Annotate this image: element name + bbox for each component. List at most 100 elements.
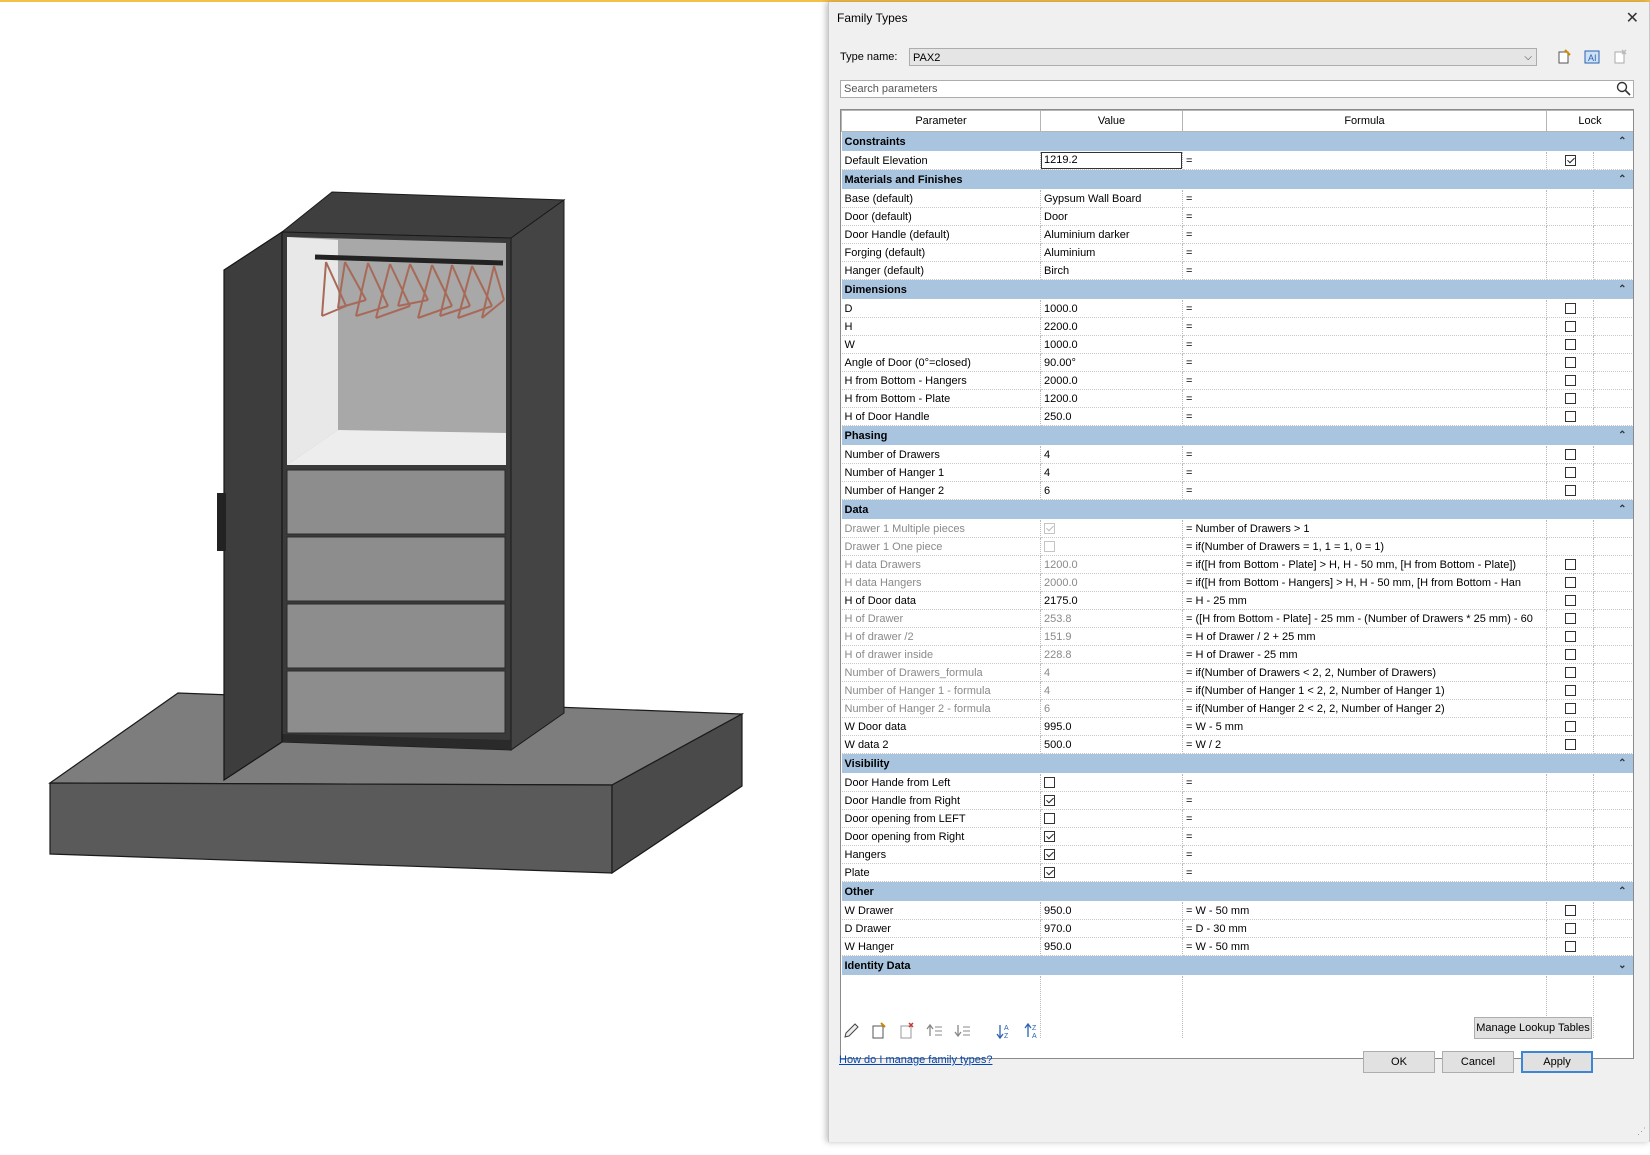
parameter-value[interactable] <box>1040 809 1183 828</box>
parameter-row[interactable]: H data Drawers 1200.0 = if([H from Bottom … <box>841 555 1633 574</box>
collapse-icon[interactable]: ⌃ <box>1618 758 1630 769</box>
parameter-formula[interactable]: = <box>1182 445 1547 464</box>
new-parameter-icon[interactable] <box>869 1022 889 1040</box>
parameter-row[interactable]: Hangers = <box>841 845 1633 864</box>
parameter-value[interactable]: Door <box>1040 207 1183 226</box>
lock-checkbox[interactable] <box>1564 155 1576 167</box>
parameter-value[interactable]: 151.9 <box>1040 627 1183 646</box>
parameter-name[interactable]: H of Drawer <box>841 609 1041 628</box>
group-header[interactable]: Data ⌃ <box>841 499 1633 520</box>
lock-cell[interactable] <box>1546 827 1594 846</box>
parameter-value[interactable]: 4 <box>1040 445 1183 464</box>
lock-checkbox[interactable] <box>1564 375 1576 387</box>
lock-cell[interactable] <box>1546 207 1594 226</box>
parameter-name[interactable]: H of Door Handle <box>841 407 1041 426</box>
value-checkbox[interactable] <box>1044 849 1055 861</box>
search-icon[interactable] <box>1616 81 1631 101</box>
parameter-name[interactable]: H <box>841 317 1041 336</box>
lock-checkbox[interactable] <box>1564 467 1576 479</box>
new-type-icon[interactable] <box>1555 48 1573 66</box>
parameter-row[interactable]: H of drawer inside 228.8 = H of Drawer - 2… <box>841 645 1633 664</box>
lock-checkbox[interactable] <box>1564 923 1576 935</box>
parameter-name[interactable]: Hanger (default) <box>841 261 1041 280</box>
3d-viewport[interactable] <box>0 0 828 1150</box>
parameter-row[interactable]: Number of Hanger 1 4 = <box>841 463 1633 482</box>
value-checkbox[interactable] <box>1044 867 1055 879</box>
parameter-row[interactable]: Number of Hanger 2 - formula 6 = if(Number… <box>841 699 1633 718</box>
parameter-name[interactable]: W data 2 <box>841 735 1041 754</box>
group-header[interactable]: Constraints ⌃ <box>841 131 1633 152</box>
lock-cell[interactable] <box>1546 645 1594 664</box>
parameter-name[interactable]: Number of Drawers <box>841 445 1041 464</box>
lock-cell[interactable] <box>1546 261 1594 280</box>
lock-cell[interactable] <box>1546 407 1594 426</box>
parameter-value[interactable]: 253.8 <box>1040 609 1183 628</box>
parameter-row[interactable]: H of Drawer 253.8 = ([H from Bottom - Plat… <box>841 609 1633 628</box>
parameter-name[interactable]: Hangers <box>841 845 1041 864</box>
lock-cell[interactable] <box>1546 299 1594 318</box>
parameter-value[interactable]: Aluminium darker <box>1040 225 1183 244</box>
parameter-formula[interactable]: = <box>1182 463 1547 482</box>
delete-type-icon[interactable] <box>1611 48 1629 66</box>
parameter-formula[interactable]: = if(Number of Hanger 1 < 2, 2, Number o… <box>1182 681 1547 700</box>
lock-cell[interactable] <box>1546 335 1594 354</box>
lock-cell[interactable] <box>1546 681 1594 700</box>
parameter-name[interactable]: Drawer 1 One piece <box>841 537 1041 556</box>
parameter-name[interactable]: H of drawer /2 <box>841 627 1041 646</box>
value-checkbox[interactable] <box>1044 795 1055 807</box>
parameter-value[interactable]: 2000.0 <box>1040 573 1183 592</box>
lock-cell[interactable] <box>1546 151 1594 170</box>
parameter-value[interactable]: 500.0 <box>1040 735 1183 754</box>
parameter-value[interactable]: 1000.0 <box>1040 335 1183 354</box>
lock-cell[interactable] <box>1546 791 1594 810</box>
parameter-formula[interactable]: = <box>1182 371 1547 390</box>
lock-cell[interactable] <box>1546 937 1594 956</box>
parameter-row[interactable]: Drawer 1 Multiple pieces = Number of Draw… <box>841 519 1633 538</box>
parameter-row[interactable]: W Drawer 950.0 = W - 50 mm <box>841 901 1633 920</box>
parameter-name[interactable]: D Drawer <box>841 919 1041 938</box>
lock-checkbox[interactable] <box>1564 905 1576 917</box>
parameter-formula[interactable]: = if([H from Bottom - Hangers] > H, H - … <box>1182 573 1547 592</box>
parameter-value[interactable]: Birch <box>1040 261 1183 280</box>
parameter-name[interactable]: H data Drawers <box>841 555 1041 574</box>
parameter-value[interactable]: 90.00° <box>1040 353 1183 372</box>
parameter-name[interactable]: Door (default) <box>841 207 1041 226</box>
column-header-value[interactable]: Value <box>1040 110 1183 132</box>
parameter-name[interactable]: Forging (default) <box>841 243 1041 262</box>
parameter-formula[interactable]: = <box>1182 151 1547 170</box>
parameter-row[interactable]: W Door data 995.0 = W - 5 mm <box>841 717 1633 736</box>
parameter-name[interactable]: W Drawer <box>841 901 1041 920</box>
lock-checkbox[interactable] <box>1564 595 1576 607</box>
parameter-row[interactable]: W data 2 500.0 = W / 2 <box>841 735 1633 754</box>
collapse-icon[interactable]: ⌃ <box>1618 504 1630 515</box>
parameter-value[interactable]: 2200.0 <box>1040 317 1183 336</box>
lock-checkbox[interactable] <box>1564 631 1576 643</box>
parameter-row[interactable]: Number of Hanger 1 - formula 4 = if(Number… <box>841 681 1633 700</box>
lock-checkbox[interactable] <box>1564 667 1576 679</box>
value-checkbox[interactable] <box>1044 777 1055 789</box>
lock-checkbox[interactable] <box>1564 739 1576 751</box>
parameter-name[interactable]: Base (default) <box>841 189 1041 208</box>
lock-cell[interactable] <box>1546 481 1594 500</box>
apply-button[interactable]: Apply <box>1521 1051 1593 1073</box>
parameter-formula[interactable]: = H - 25 mm <box>1182 591 1547 610</box>
parameter-name[interactable]: H of Door data <box>841 591 1041 610</box>
lock-cell[interactable] <box>1546 663 1594 682</box>
sort-descending-icon[interactable]: ZA <box>1023 1022 1043 1040</box>
close-icon[interactable]: ✕ <box>1626 8 1639 28</box>
value-edit-field[interactable]: 1219.2 <box>1041 152 1182 169</box>
lock-cell[interactable] <box>1546 353 1594 372</box>
parameters-grid[interactable]: Parameter Value Formula Lock Constraints… <box>840 109 1634 1059</box>
parameter-row[interactable]: Door (default) Door = <box>841 207 1633 226</box>
parameter-name[interactable]: Drawer 1 Multiple pieces <box>841 519 1041 538</box>
parameter-value[interactable] <box>1040 791 1183 810</box>
parameter-name[interactable]: Number of Hanger 1 - formula <box>841 681 1041 700</box>
lock-cell[interactable] <box>1546 717 1594 736</box>
parameter-row[interactable]: Forging (default) Aluminium = <box>841 243 1633 262</box>
collapse-icon[interactable]: ⌃ <box>1618 174 1630 185</box>
lock-cell[interactable] <box>1546 627 1594 646</box>
parameter-row[interactable]: H of Door Handle 250.0 = <box>841 407 1633 426</box>
parameter-row[interactable]: Door Handle (default) Aluminium darker = <box>841 225 1633 244</box>
parameter-row[interactable]: D Drawer 970.0 = D - 30 mm <box>841 919 1633 938</box>
lock-cell[interactable] <box>1546 389 1594 408</box>
